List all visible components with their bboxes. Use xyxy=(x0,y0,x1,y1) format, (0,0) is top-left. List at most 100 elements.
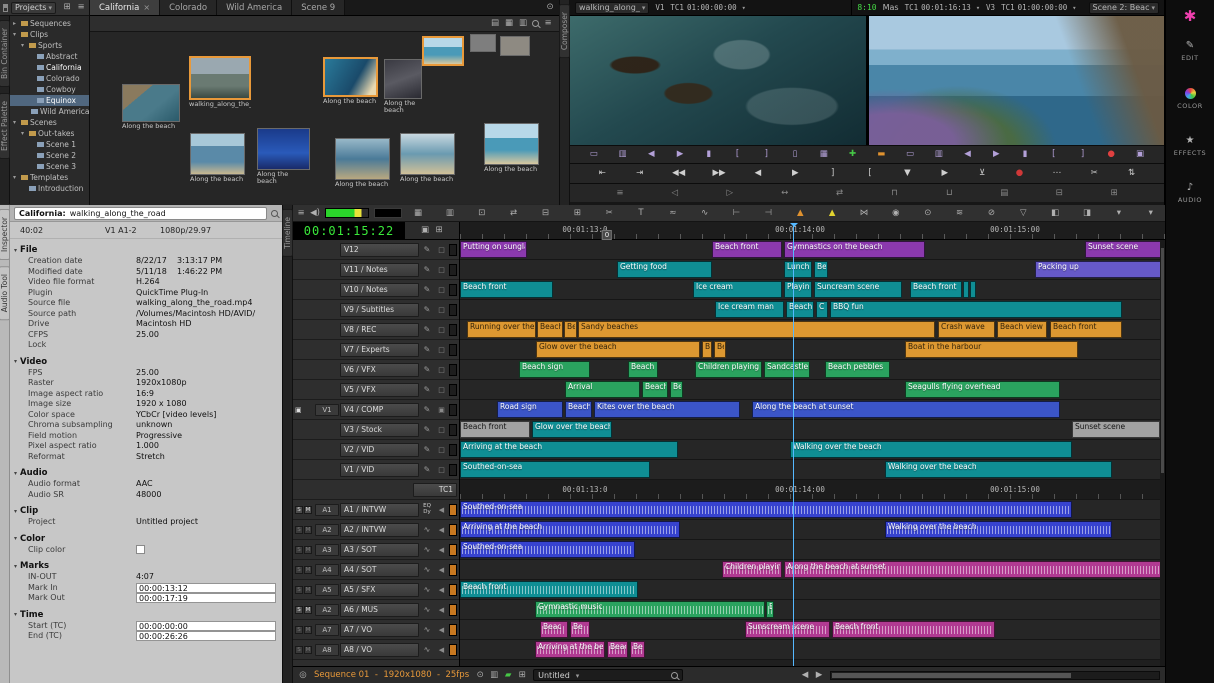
patch-button-v1[interactable]: V1 xyxy=(315,404,339,416)
source-clip-menu[interactable]: walking_along_ xyxy=(575,2,649,14)
track-name-button-a7[interactable]: A7 / VO xyxy=(340,623,419,637)
clip-children-playing[interactable]: Children playing xyxy=(695,361,762,378)
clip-putting-on-sunglas[interactable]: Putting on sunglas xyxy=(460,241,527,258)
solo-button[interactable]: S xyxy=(295,606,303,614)
bin-clip-along-the-beach[interactable]: Along the beach xyxy=(400,133,455,183)
track-name-button-v11[interactable]: V11 / Notes xyxy=(340,263,419,277)
clip-be[interactable]: Be xyxy=(564,321,577,338)
clip-segment[interactable] xyxy=(970,281,976,298)
disclosure-down-icon[interactable]: ▾ xyxy=(14,470,17,477)
track-name-button-v8[interactable]: V8 / REC xyxy=(340,323,419,337)
track-lane-v10[interactable]: Beach frontIce creamPlayingSuncream scen… xyxy=(460,280,1165,300)
timeline-vertical-scrollbar[interactable] xyxy=(1160,240,1165,666)
audio-monitor-button[interactable]: ◀ xyxy=(435,566,448,574)
composer-menu-icon[interactable]: ≡ xyxy=(615,189,625,198)
focus-button-icon[interactable]: ◎ xyxy=(298,671,308,680)
search-icon[interactable] xyxy=(271,210,278,217)
segment-lift-icon[interactable]: ◧ xyxy=(1050,209,1060,218)
record-scene-menu[interactable]: Scene 2: Beac xyxy=(1089,2,1160,14)
track-lane-v3[interactable]: Beach frontGlow over the beachSunset sce… xyxy=(460,420,1165,440)
workspace-edit[interactable]: ✎ EDIT xyxy=(1181,41,1198,62)
clip-southed-on-sea[interactable]: Southed-on-sea xyxy=(460,541,635,558)
timeline-settings-icon[interactable]: ⊙ xyxy=(475,671,485,680)
clip-be[interactable]: Be xyxy=(570,621,590,638)
bin-clip-along-the-beach[interactable]: Along the beach xyxy=(122,84,180,130)
go-to-start-icon[interactable]: ⇤ xyxy=(597,169,607,178)
add-marker-yellow-icon[interactable]: ▲ xyxy=(827,209,837,218)
source-timecode-menu[interactable]: TC101:00:00:00 xyxy=(670,3,745,12)
track-lane-v12[interactable]: Putting on sunglasBeach frontGymnastics … xyxy=(460,240,1165,260)
trim-mode-icon[interactable]: ⋈ xyxy=(859,209,869,218)
track-name-button-a1[interactable]: A1 / INTVW xyxy=(340,503,419,517)
text-view-icon[interactable]: ▤ xyxy=(490,19,500,28)
video-monitor-button[interactable]: □ xyxy=(435,446,448,454)
section-title[interactable]: ▾Video xyxy=(10,356,282,368)
track-name-button-v10[interactable]: V10 / Notes xyxy=(340,283,419,297)
go-to-end-icon[interactable]: ⇥ xyxy=(635,169,645,178)
clip-sunscream-scene[interactable]: Sunscream scene xyxy=(745,621,830,638)
tree-item-scenes[interactable]: ▾Scenes xyxy=(10,117,89,128)
mark-out-rec-icon[interactable]: ] xyxy=(1078,150,1088,159)
pause-rec-icon[interactable]: ▮ xyxy=(1020,150,1030,159)
pencil-icon[interactable]: ✎ xyxy=(420,265,434,274)
step-back-src-icon[interactable]: ◀ xyxy=(646,150,656,159)
disclosure-down-icon[interactable]: ▾ xyxy=(14,563,17,570)
window-icon[interactable] xyxy=(3,4,8,12)
clip-walking-over-the-beach[interactable]: Walking over the beach xyxy=(885,461,1112,478)
bin-clip-along-the-beach[interactable]: Along the beach xyxy=(384,59,422,115)
scroll-right-icon[interactable]: ▶ xyxy=(814,671,824,680)
go-to-in-icon[interactable]: ] xyxy=(828,169,838,178)
solo-button[interactable]: S xyxy=(295,506,303,514)
bin-clip[interactable] xyxy=(500,36,530,56)
disclosure-down-icon[interactable]: ▾ xyxy=(13,31,19,38)
track-lane-a8[interactable]: Arriving at the beBeacBe xyxy=(460,640,1165,660)
play-icon[interactable]: ▶ xyxy=(790,169,800,178)
waveform-toggle-icon[interactable]: ∿ xyxy=(420,625,434,634)
add-edit-icon[interactable]: ⊞ xyxy=(434,226,444,235)
clip-suncream-scene[interactable]: Suncream scene xyxy=(814,281,902,298)
video-monitor-button[interactable]: □ xyxy=(435,266,448,274)
workspace-audio[interactable]: ♪ AUDIO xyxy=(1178,183,1202,204)
timeline-horizontal-scrollbar[interactable] xyxy=(830,671,1160,680)
clip-boat-in-the-harbour[interactable]: Boat in the harbour xyxy=(905,341,1078,358)
disclosure-down-icon[interactable]: ▾ xyxy=(21,42,27,49)
bin-clip-along-the-beach[interactable]: Along the beach xyxy=(335,138,390,188)
clip-beac[interactable]: Beac xyxy=(607,641,628,658)
next-event-icon[interactable]: ▷ xyxy=(725,189,735,198)
track-lane-v4[interactable]: Road signBeachKites over the beachAlong … xyxy=(460,400,1165,420)
track-name-button-v3[interactable]: V3 / Stock xyxy=(340,423,419,437)
track-name-button-v12[interactable]: V12 xyxy=(340,243,419,257)
cut-icon[interactable]: ✂ xyxy=(1089,169,1099,178)
patch-button-a7[interactable]: A7 xyxy=(315,624,339,636)
track-lane-v7[interactable]: Glow over the beachBBeBoat in the harbou… xyxy=(460,340,1165,360)
step-forward-src-icon[interactable]: ▶ xyxy=(675,150,685,159)
video-quality-rec-icon[interactable]: ▭ xyxy=(905,150,915,159)
clip-beach-pebbles[interactable]: Beach pebbles xyxy=(825,361,890,378)
mute-button[interactable]: M xyxy=(304,506,312,514)
clip-beach-front[interactable]: Beach front xyxy=(460,281,553,298)
disclosure-down-icon[interactable]: ▾ xyxy=(21,130,27,137)
video-monitor-button[interactable]: □ xyxy=(435,246,448,254)
lift-icon[interactable]: ⊟ xyxy=(540,209,550,218)
clip-beach[interactable]: Beach xyxy=(642,381,668,398)
record-monitor-viewport[interactable] xyxy=(869,16,1165,145)
clip-gymnastic-music[interactable]: Gymnastic music xyxy=(535,601,765,618)
video-monitor-button[interactable]: □ xyxy=(435,386,448,394)
clip-playing[interactable]: Playing xyxy=(784,281,812,298)
step-forward-rec-icon[interactable]: ▶ xyxy=(991,150,1001,159)
track-name-button-a2[interactable]: A2 / INTVW xyxy=(340,523,419,537)
text-tool-icon[interactable]: T xyxy=(636,209,646,218)
bin-frame-view[interactable]: Along the beachwalking_along_the_roadAlo… xyxy=(90,32,559,204)
solo-button[interactable]: S xyxy=(295,626,303,634)
tree-item-clips[interactable]: ▾Clips xyxy=(10,29,89,40)
step-back-icon[interactable]: ◀ xyxy=(753,169,763,178)
clip-beach[interactable]: Beach xyxy=(537,321,563,338)
projects-dropdown[interactable]: Projects xyxy=(11,2,56,14)
clip-beach[interactable]: Beach xyxy=(565,401,592,418)
tree-item-out-takes[interactable]: ▾Out-takes xyxy=(10,128,89,139)
disable-track-icon[interactable]: ⊘ xyxy=(986,209,996,218)
waveform-toggle-icon[interactable]: ∿ xyxy=(420,605,434,614)
clip-sunset-scene[interactable]: Sunset scene xyxy=(1085,241,1165,258)
more-tools-icon[interactable]: ⋯ xyxy=(1052,169,1062,178)
track-lane-v2[interactable]: Arriving at the beachWalking over the be… xyxy=(460,440,1165,460)
